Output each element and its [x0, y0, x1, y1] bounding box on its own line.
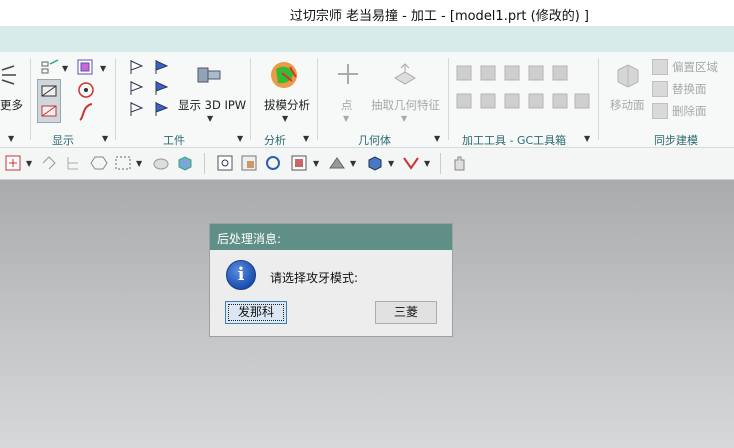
point-icon[interactable]: [336, 62, 360, 86]
group-gc-tools-label: 加工工具 - GC工具箱: [462, 134, 567, 147]
zoom-icon[interactable]: [240, 154, 258, 172]
replace-face-icon[interactable]: [652, 81, 668, 97]
move-face-icon[interactable]: [612, 60, 642, 90]
mitsubishi-button[interactable]: 三菱: [375, 301, 437, 324]
box-select-icon[interactable]: [114, 154, 132, 172]
draft-analysis-button[interactable]: 拔模分析: [264, 97, 310, 113]
show-3d-ipw-button[interactable]: 显示 3D IPW: [178, 97, 246, 113]
hexagon-icon[interactable]: [90, 154, 108, 172]
selection-toolbar: ▼ ▼ ▼ ▼ ▼ ▼: [0, 148, 734, 180]
group-display-label: 显示: [52, 134, 74, 147]
dialog-message: 请选择攻牙模式:: [270, 271, 359, 285]
ribbon: 更多 ▼ ▼ ▼ 显示 ▼ 显示 3D IPW ▼ 工件 ▼ 拔模分析 ▼ 分析…: [0, 52, 734, 148]
dialog-title: 后处理消息:: [217, 232, 282, 246]
render-style-icon[interactable]: [290, 154, 308, 172]
postprocess-dialog: 后处理消息: i 请选择攻牙模式: 发那科 三菱: [209, 223, 453, 337]
draft-analysis-icon[interactable]: [268, 59, 302, 93]
move-face-button[interactable]: 移动面: [610, 97, 645, 113]
flag-icon-5[interactable]: [128, 100, 146, 118]
section-view-icon[interactable]: [37, 79, 61, 123]
rotate-icon[interactable]: [264, 154, 282, 172]
offset-region-button[interactable]: 偏置区域: [672, 59, 718, 75]
group-sync-model-label: 同步建模: [654, 134, 698, 147]
title-bar: 过切宗师 老当易撞 - 加工 - [model1.prt (修改的) ]: [0, 0, 734, 26]
3d-ipw-icon[interactable]: [194, 60, 224, 90]
display-style-icon[interactable]: [40, 58, 60, 78]
node-icon[interactable]: [40, 154, 58, 172]
group-geometry-label: 几何体: [358, 134, 391, 147]
flag-icon-1[interactable]: [128, 58, 146, 76]
hand-tool-icon[interactable]: [450, 154, 468, 172]
ribbon-tab-strip: [0, 26, 734, 52]
dialog-title-bar[interactable]: 后处理消息:: [210, 224, 452, 250]
flag-icon-2[interactable]: [153, 58, 171, 76]
tree-icon[interactable]: [64, 154, 82, 172]
flag-icon-4[interactable]: [153, 79, 171, 97]
solid-cube-icon[interactable]: [366, 154, 384, 172]
cube-icon[interactable]: [176, 154, 194, 172]
orient-icon[interactable]: [402, 154, 420, 172]
more-icon[interactable]: [0, 64, 20, 86]
target-icon[interactable]: [76, 80, 96, 100]
shape-icon[interactable]: [152, 154, 170, 172]
fanuc-button[interactable]: 发那科: [225, 301, 287, 324]
gc-tool-icons[interactable]: [455, 64, 595, 112]
replace-face-button[interactable]: 替换面: [672, 81, 707, 97]
point-button[interactable]: 点: [341, 97, 353, 113]
more-dropdown[interactable]: ▼: [8, 134, 14, 143]
layer-icon[interactable]: [76, 58, 96, 78]
group-workpiece-label: 工件: [163, 134, 185, 147]
snap-point-icon[interactable]: [4, 154, 22, 172]
more-button[interactable]: 更多: [0, 97, 23, 113]
offset-region-icon[interactable]: [652, 59, 668, 75]
fit-view-icon[interactable]: [216, 154, 234, 172]
flag-icon-3[interactable]: [128, 79, 146, 97]
group-analysis-label: 分析: [264, 134, 286, 147]
extract-geometry-button[interactable]: 抽取几何特征: [371, 97, 440, 113]
delete-face-icon[interactable]: [652, 103, 668, 119]
extract-geometry-icon[interactable]: [391, 60, 419, 88]
shading-icon[interactable]: [328, 154, 346, 172]
delete-face-button[interactable]: 删除面: [672, 103, 707, 119]
curve-icon[interactable]: [76, 102, 96, 122]
flag-icon-6[interactable]: [153, 100, 171, 118]
window-title: 过切宗师 老当易撞 - 加工 - [model1.prt (修改的) ]: [289, 9, 589, 24]
info-icon: i: [226, 260, 256, 290]
